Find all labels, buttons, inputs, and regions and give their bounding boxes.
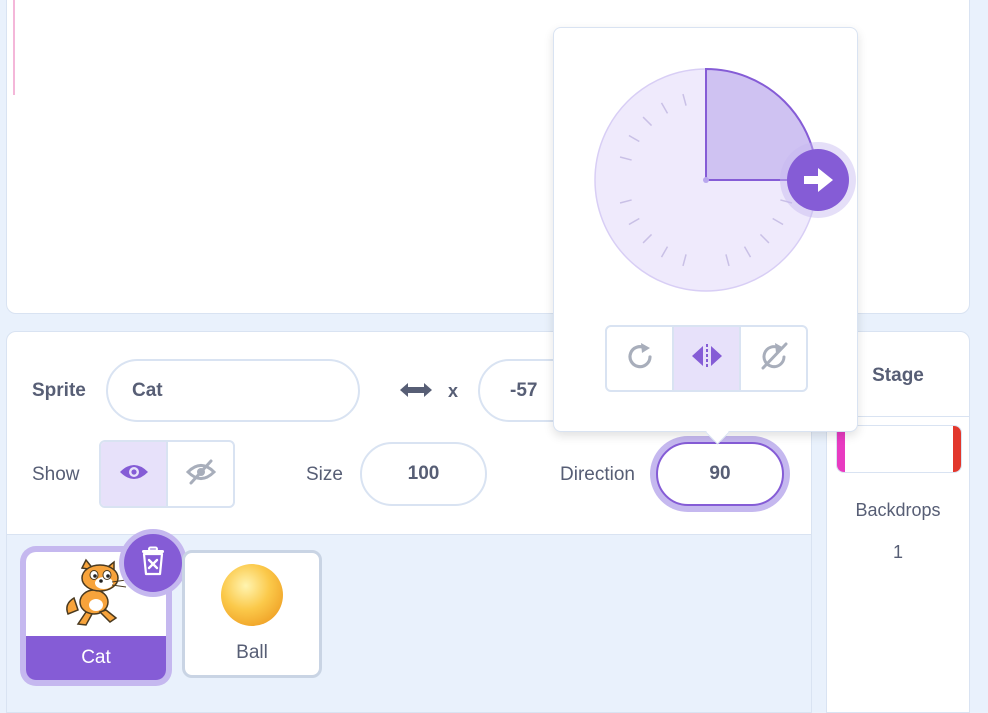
sprite-name-input[interactable] <box>106 359 360 422</box>
direction-dial[interactable] <box>554 28 859 318</box>
dont-rotate-icon <box>758 340 790 377</box>
rotate-all-around-icon <box>624 340 656 377</box>
sprite-tile-name: Ball <box>236 642 268 663</box>
sprite-tile-name: Cat <box>26 636 166 680</box>
backdrop-thumbnail-left-edge <box>837 426 845 472</box>
backdrop-thumbnail[interactable] <box>836 425 962 473</box>
visibility-toggle-group <box>99 440 235 508</box>
direction-label: Direction <box>560 464 635 485</box>
x-label: x <box>448 381 459 401</box>
direction-input[interactable] <box>656 442 784 506</box>
delete-sprite-button[interactable] <box>124 534 182 592</box>
sprite-tile-ball[interactable]: Ball <box>182 550 322 678</box>
show-label: Show <box>32 464 80 485</box>
cat-sprite-icon <box>60 558 132 633</box>
show-sprite-button[interactable] <box>101 442 166 506</box>
eye-slash-icon <box>185 458 217 491</box>
rotation-style-group <box>605 325 808 392</box>
x-position-arrows-icon <box>398 380 434 405</box>
size-input[interactable] <box>360 442 487 506</box>
backdrops-count: 1 <box>892 542 903 562</box>
rotation-all-around-button[interactable] <box>607 327 672 390</box>
direction-handle[interactable] <box>787 149 849 211</box>
direction-popover <box>553 27 858 432</box>
rotation-dont-rotate-button[interactable] <box>739 327 806 390</box>
size-label: Size <box>306 464 343 485</box>
eye-icon <box>118 461 150 488</box>
rotation-left-right-button[interactable] <box>672 327 739 390</box>
hide-sprite-button[interactable] <box>166 442 233 506</box>
flip-left-right-icon <box>690 342 724 375</box>
ball-sprite-icon <box>219 562 285 633</box>
backdrops-label: Backdrops <box>855 500 941 520</box>
sprite-label: Sprite <box>32 380 86 401</box>
trash-icon <box>140 546 166 581</box>
backdrop-thumbnail-right-edge <box>953 426 961 472</box>
stage-canvas-edge-mark <box>13 0 15 95</box>
